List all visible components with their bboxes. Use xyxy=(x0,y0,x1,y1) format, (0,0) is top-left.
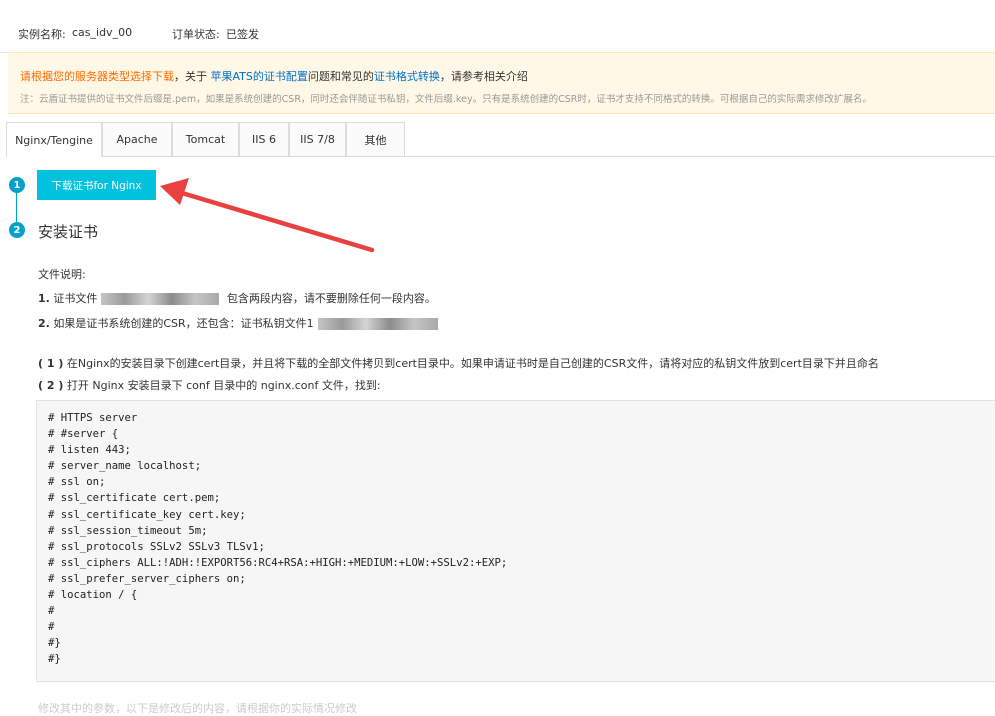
item-1-number: 1. xyxy=(38,292,50,305)
item-1-suffix: 包含两段内容，请不要删除任何一段内容。 xyxy=(226,292,436,305)
code-text: # HTTPS server # #server { # listen 443;… xyxy=(48,412,508,666)
file-description-heading: 文件说明: xyxy=(38,268,86,281)
instruction-2: ( 2 ) 打开 Nginx 安装目录下 conf 目录中的 nginx.con… xyxy=(38,377,381,393)
instruction-2-text: 打开 Nginx 安装目录下 conf 目录中的 nginx.conf 文件，找… xyxy=(66,379,381,392)
file-item-2: 2. 如果是证书系统创建的CSR，还包含：证书私钥文件1 xyxy=(38,315,442,331)
item-2-number: 2. xyxy=(38,317,50,330)
redacted-keyfile xyxy=(317,318,438,330)
instruction-1-text: 在Nginx的安装目录下创建cert目录，并且将下载的全部文件拷贝到cert目录… xyxy=(66,357,879,370)
nginx-config-codeblock: # HTTPS server # #server { # listen 443;… xyxy=(36,400,995,682)
bottom-instruction: 修改其中的参数，以下是修改后的内容，请根据你的实际情况修改 xyxy=(38,702,357,715)
instruction-2-number: ( 2 ) xyxy=(38,379,64,392)
instruction-1: ( 1 ) 在Nginx的安装目录下创建cert目录，并且将下载的全部文件拷贝到… xyxy=(38,355,879,371)
item-2-text: 如果是证书系统创建的CSR，还包含：证书私钥文件1 xyxy=(53,317,314,330)
redacted-filename xyxy=(101,293,220,305)
file-item-1: 1. 证书文件 包含两段内容，请不要删除任何一段内容。 xyxy=(38,290,436,306)
item-1-prefix: 证书文件 xyxy=(53,292,98,305)
instruction-1-number: ( 1 ) xyxy=(38,357,64,370)
